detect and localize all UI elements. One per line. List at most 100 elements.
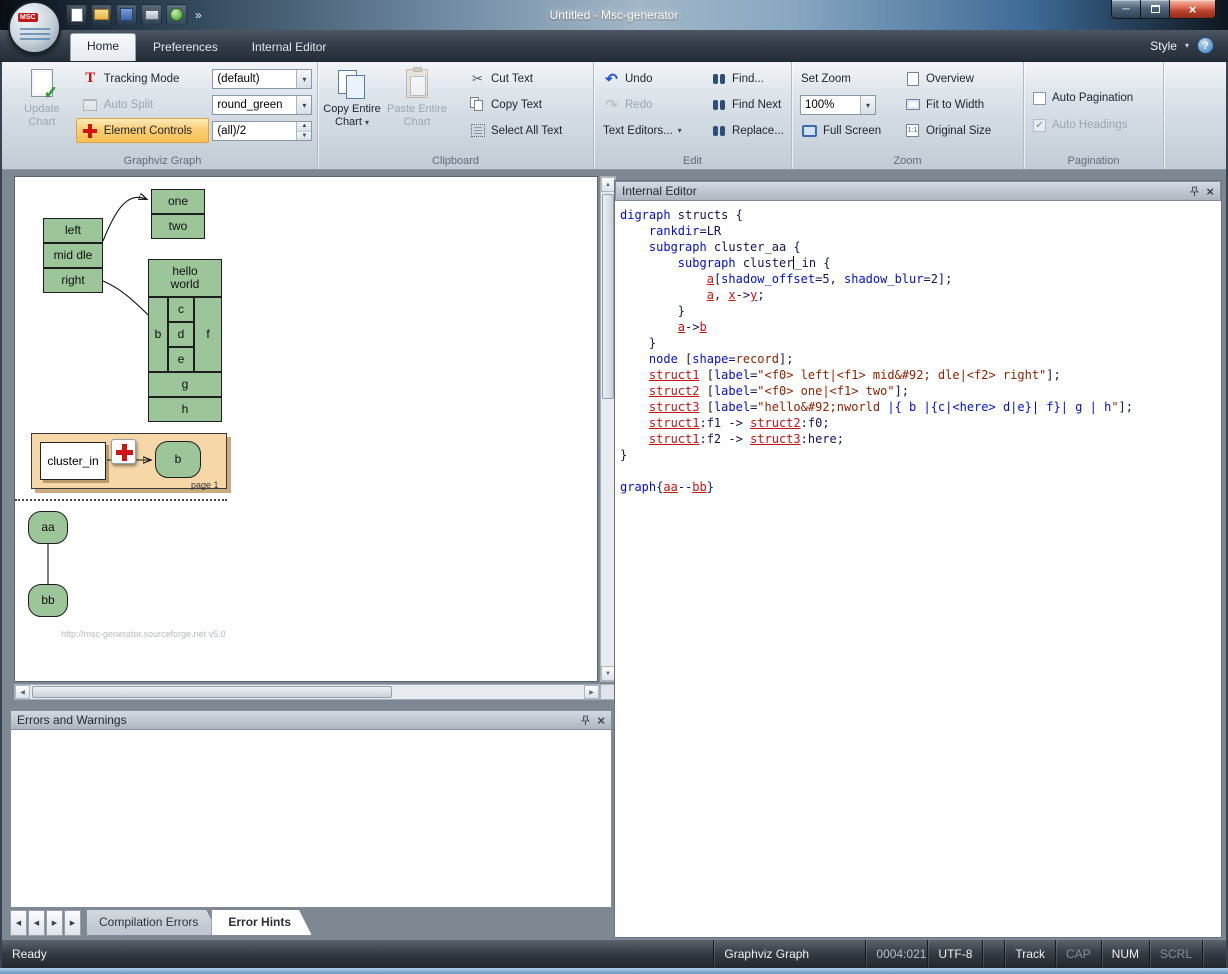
help-button[interactable]: ? — [1197, 37, 1214, 54]
close-pane-icon[interactable]: × — [597, 714, 605, 727]
graph-node-bb[interactable]: bb — [28, 584, 68, 617]
style-menu-button[interactable]: Style — [1150, 39, 1177, 53]
code-line[interactable] — [620, 463, 1221, 479]
status-encoding[interactable]: UTF-8 — [927, 940, 982, 968]
select-all-text-button[interactable]: Select All Text — [463, 118, 589, 143]
code-line[interactable]: struct2 [label="<f0> one|<f1> two"]; — [620, 383, 1221, 399]
graph-node-one[interactable]: one — [151, 189, 205, 214]
chevron-down-icon[interactable]: ▾ — [296, 96, 311, 114]
find-button[interactable]: Find... — [704, 66, 788, 91]
redo-button[interactable]: ↷ Redo — [597, 92, 701, 117]
first-tab-icon[interactable]: ◀ — [10, 910, 27, 936]
graph-node-d[interactable]: d — [168, 322, 194, 347]
graph-node-h[interactable]: h — [148, 397, 222, 422]
cut-text-button[interactable]: ✂ Cut Text — [463, 66, 589, 91]
code-line[interactable]: a, x->y; — [620, 287, 1221, 303]
qat-overflow-button[interactable]: » — [191, 8, 206, 22]
pin-icon[interactable] — [1189, 186, 1200, 197]
paste-entire-chart-button[interactable]: Paste Entire Chart — [386, 66, 448, 151]
tab-preferences[interactable]: Preferences — [136, 34, 235, 61]
element-controls-button[interactable]: Element Controls — [76, 118, 210, 143]
canvas-horizontal-scrollbar[interactable]: ◀ ▶ — [14, 684, 600, 700]
scroll-left-icon[interactable]: ◀ — [15, 685, 30, 699]
graph-node-two[interactable]: two — [151, 214, 205, 239]
refresh-button[interactable] — [166, 4, 187, 25]
tab-error-hints[interactable]: Error Hints — [211, 910, 312, 936]
copy-text-button[interactable]: Copy Text — [463, 92, 589, 117]
minimize-button[interactable]: ─ — [1111, 0, 1141, 19]
vertical-scroll-thumb[interactable] — [602, 194, 614, 399]
print-button[interactable] — [141, 4, 162, 25]
code-line[interactable]: struct1:f2 -> struct3:here; — [620, 431, 1221, 447]
undo-button[interactable]: ↶ Undo — [597, 66, 701, 91]
graph-node-g[interactable]: g — [148, 372, 222, 397]
errors-pane-header[interactable]: Errors and Warnings × — [10, 710, 612, 730]
graph-node-e[interactable]: e — [168, 347, 194, 372]
find-next-button[interactable]: Find Next — [704, 92, 788, 117]
tab-compilation-errors[interactable]: Compilation Errors — [86, 910, 219, 936]
open-button[interactable] — [91, 4, 112, 25]
code-line[interactable]: } — [620, 335, 1221, 351]
save-button[interactable] — [116, 4, 137, 25]
graph-node-left[interactable]: left — [43, 218, 103, 243]
tracking-mode-button[interactable]: T Tracking Mode — [76, 66, 210, 91]
horizontal-scroll-thumb[interactable] — [32, 686, 392, 698]
code-line[interactable]: subgraph cluster_in { — [620, 255, 1221, 271]
text-editors-button[interactable]: Text Editors... ▾ — [597, 118, 701, 143]
design-combo[interactable]: round_green ▾ — [212, 95, 312, 115]
maximize-button[interactable] — [1141, 0, 1170, 19]
code-line[interactable]: } — [620, 303, 1221, 319]
status-track[interactable]: Track — [1004, 940, 1055, 968]
graph-node-aa[interactable]: aa — [28, 511, 68, 544]
chart-canvas[interactable]: cluster_in onetwoleftmid dlerighthello w… — [14, 176, 598, 682]
update-chart-button[interactable]: ✓ Update Chart — [11, 66, 73, 151]
app-logo-icon[interactable]: MSC — [8, 1, 61, 54]
overview-button[interactable]: Overview — [898, 66, 1010, 91]
spinner-up-icon[interactable]: ▲ — [297, 122, 311, 132]
graph-node-b[interactable]: b — [148, 297, 168, 372]
graph-node-b[interactable]: b — [155, 441, 201, 478]
scroll-right-icon[interactable]: ▶ — [584, 685, 599, 699]
status-chart-mode[interactable]: Graphviz Graph — [713, 940, 865, 968]
code-line[interactable]: subgraph cluster_aa { — [620, 239, 1221, 255]
graph-node-f[interactable]: f — [194, 297, 222, 372]
errors-list[interactable] — [10, 730, 612, 908]
pin-icon[interactable] — [580, 715, 591, 726]
scroll-up-icon[interactable]: ▲ — [601, 177, 615, 192]
zoom-combo[interactable]: 100% ▾ — [800, 95, 876, 115]
code-line[interactable]: a[shadow_offset=5, shadow_blur=2]; — [620, 271, 1221, 287]
element-control-add-icon[interactable] — [111, 439, 136, 464]
graph-node-hello-world[interactable]: hello world — [148, 259, 222, 297]
chart-style-combo[interactable]: (default) ▾ — [212, 69, 312, 89]
graph-node-right[interactable]: right — [43, 268, 103, 293]
auto-split-button[interactable]: Auto Split — [76, 92, 210, 117]
auto-headings-checkbox[interactable]: ✓ Auto Headings — [1027, 113, 1160, 137]
code-line[interactable]: rankdir=LR — [620, 223, 1221, 239]
close-button[interactable]: × — [1170, 0, 1216, 19]
full-screen-button[interactable]: Full Screen — [795, 118, 895, 143]
chevron-down-icon[interactable]: ▾ — [860, 96, 875, 114]
code-line[interactable]: } — [620, 447, 1221, 463]
fit-to-width-button[interactable]: Fit to Width — [898, 92, 1010, 117]
cluster-inner-box[interactable]: cluster_in — [40, 442, 106, 480]
spinner-down-icon[interactable]: ▼ — [297, 132, 311, 141]
tab-home[interactable]: Home — [70, 33, 136, 61]
code-line[interactable]: node [shape=record]; — [620, 351, 1221, 367]
scroll-down-icon[interactable]: ▼ — [601, 666, 615, 681]
auto-pagination-checkbox[interactable]: Auto Pagination — [1027, 86, 1160, 110]
tab-internal-editor[interactable]: Internal Editor — [235, 34, 344, 61]
copy-entire-chart-button[interactable]: Copy Entire Chart ▾ — [321, 66, 383, 151]
code-line[interactable]: struct1 [label="<f0> left|<f1> mid&#92; … — [620, 367, 1221, 383]
new-document-button[interactable] — [66, 4, 87, 25]
page-selector-spinner[interactable]: (all)/2 ▲ ▼ — [212, 121, 312, 141]
replace-button[interactable]: Replace... — [704, 118, 788, 143]
editor-pane-header[interactable]: Internal Editor × — [615, 181, 1221, 201]
editor-code[interactable]: digraph structs { rankdir=LR subgraph cl… — [615, 201, 1221, 937]
next-tab-icon[interactable]: ▶ — [46, 910, 63, 936]
prev-tab-icon[interactable]: ◀ — [28, 910, 45, 936]
chevron-down-icon[interactable]: ▾ — [1185, 41, 1189, 50]
code-line[interactable]: digraph structs { — [620, 207, 1221, 223]
set-zoom-button[interactable]: Set Zoom — [795, 66, 895, 91]
code-line[interactable]: struct3 [label="hello&#92;nworld |{ b |{… — [620, 399, 1221, 415]
last-tab-icon[interactable]: ▶ — [64, 910, 81, 936]
